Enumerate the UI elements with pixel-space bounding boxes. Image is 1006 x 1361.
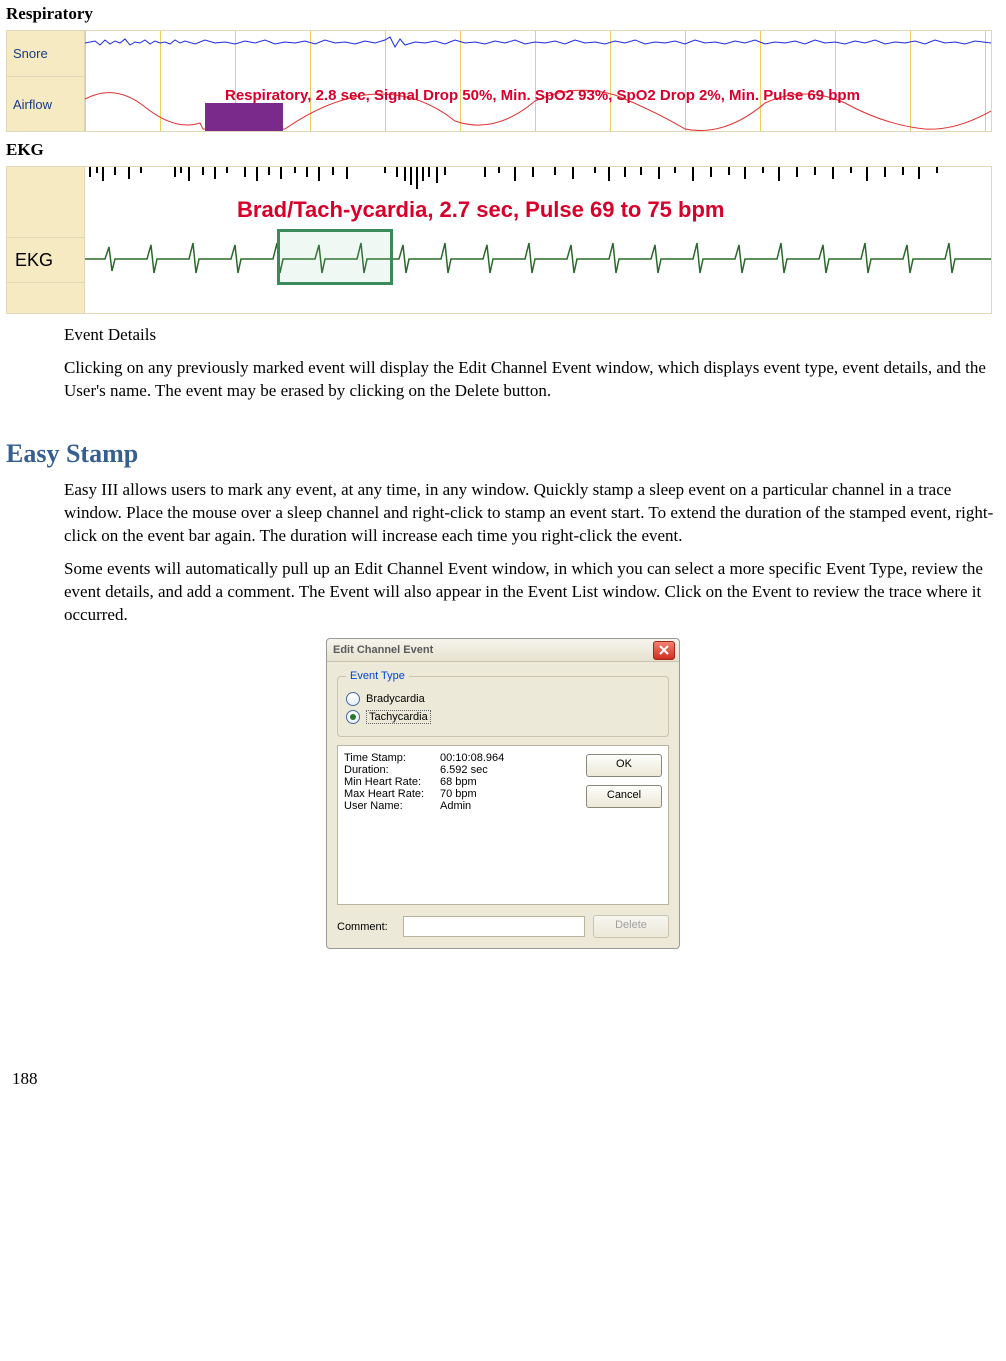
ok-button[interactable]: OK [586, 754, 662, 777]
duration-label: Duration: [344, 764, 440, 776]
easy-stamp-paragraph-2: Some events will automatically pull up a… [64, 558, 996, 627]
figure-respiratory: Snore Airflow Respiratory, 2.8 sec, Sign… [6, 30, 992, 132]
dialog-title: Edit Channel Event [333, 644, 433, 656]
event-details-paragraph: Clicking on any previously marked event … [64, 357, 996, 403]
edit-channel-event-dialog: Edit Channel Event Event Type Bradycardi… [326, 638, 680, 949]
channel-label-airflow: Airflow [7, 77, 84, 131]
ekg-overlay-text: Brad/Tach-ycardia, 2.7 sec, Pulse 69 to … [237, 197, 724, 223]
time-stamp-label: Time Stamp: [344, 752, 440, 764]
dialog-titlebar[interactable]: Edit Channel Event [327, 639, 679, 662]
heading-respiratory: Respiratory [6, 4, 1000, 24]
event-details-heading: Event Details [64, 324, 996, 347]
duration-value: 6.592 sec [440, 764, 488, 776]
respiratory-event-marker[interactable] [205, 103, 283, 132]
radio-bradycardia-row[interactable]: Bradycardia [346, 692, 660, 706]
comment-input[interactable] [403, 916, 585, 937]
heading-ekg: EKG [6, 140, 1000, 160]
user-name-label: User Name: [344, 800, 440, 812]
ekg-top-ticks [85, 167, 991, 195]
page-number: 188 [12, 1069, 1000, 1089]
radio-tachycardia-label: Tachycardia [366, 710, 431, 724]
respiratory-overlay-text: Respiratory, 2.8 sec, Signal Drop 50%, M… [225, 87, 860, 104]
figure-ekg: EKG Brad/Tach-ycardia, 2.7 [6, 166, 992, 314]
comment-label: Comment: [337, 921, 395, 933]
channel-label-ekg: EKG [7, 237, 84, 283]
max-hr-value: 70 bpm [440, 788, 477, 800]
radio-tachycardia[interactable] [346, 710, 360, 724]
min-hr-label: Min Heart Rate: [344, 776, 440, 788]
close-button[interactable] [653, 641, 675, 660]
details-text: Time Stamp:00:10:08.964 Duration:6.592 s… [344, 752, 504, 898]
respiratory-label-column: Snore Airflow [7, 31, 85, 131]
ekg-trace [85, 229, 991, 289]
event-type-group: Event Type Bradycardia Tachycardia [337, 670, 669, 737]
radio-bradycardia-label: Bradycardia [366, 693, 425, 705]
delete-button[interactable]: Delete [593, 915, 669, 938]
max-hr-label: Max Heart Rate: [344, 788, 440, 800]
cancel-button[interactable]: Cancel [586, 785, 662, 808]
channel-label-snore: Snore [7, 31, 84, 77]
radio-tachycardia-row[interactable]: Tachycardia [346, 710, 660, 724]
time-stamp-value: 00:10:08.964 [440, 752, 504, 764]
radio-bradycardia[interactable] [346, 692, 360, 706]
details-panel: Time Stamp:00:10:08.964 Duration:6.592 s… [337, 745, 669, 905]
respiratory-trace-area: Respiratory, 2.8 sec, Signal Drop 50%, M… [85, 31, 991, 131]
event-type-legend: Event Type [346, 670, 409, 682]
ekg-event-selection[interactable] [277, 229, 393, 285]
min-hr-value: 68 bpm [440, 776, 477, 788]
section-title-easy-stamp: Easy Stamp [6, 439, 1000, 469]
close-icon [659, 645, 669, 655]
easy-stamp-paragraph-1: Easy III allows users to mark any event,… [64, 479, 996, 548]
user-name-value: Admin [440, 800, 471, 812]
ekg-label-column: EKG [7, 167, 85, 313]
